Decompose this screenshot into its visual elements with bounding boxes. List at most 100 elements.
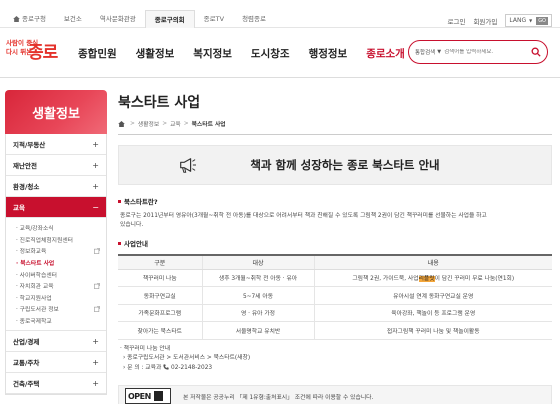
search-box: 통합검색 ▼ — [408, 40, 548, 64]
lnb-menu-label: 건축/주택 — [13, 380, 40, 389]
home-icon[interactable] — [118, 120, 125, 127]
global-nav: 종합민원 생활정보 복지정보 도시창조 행정정보 종로소개 — [78, 46, 424, 61]
content-text: 이 담긴 꾸러미 무료 나눔(연1회) — [434, 276, 515, 283]
external-link-icon — [94, 248, 100, 254]
lnb-sub-bookstart[interactable]: · 북스타트 사업 — [6, 257, 106, 269]
plus-icon: + — [92, 160, 99, 170]
gnb-item-life-info[interactable]: 생활정보 — [136, 46, 175, 61]
plus-icon: + — [92, 336, 99, 346]
language-label: LANG — [509, 17, 527, 24]
lnb-sub-it-education[interactable]: · 정보화교육 — [6, 245, 106, 257]
lnb-sub-library-info[interactable]: · 구립도서관 정보 — [6, 303, 106, 315]
plus-icon: + — [92, 181, 99, 191]
lnb-sub-label: · 진로직업체험지원센터 — [16, 237, 74, 244]
attribution-icon — [153, 391, 163, 401]
breadcrumb-item[interactable]: 교육 — [170, 119, 181, 128]
highlighted-text: 리플릿 — [418, 276, 435, 283]
banner-text: 책과 함께 성장하는 종로 북스타트 안내 — [250, 158, 440, 172]
table-header-cell: 구분 — [118, 255, 202, 270]
search-input[interactable] — [444, 49, 527, 55]
contact-line: › 문 의 : 교육과 02-2148-2023 — [120, 363, 552, 374]
external-link-icon — [94, 282, 100, 289]
description-line: 있습니다. — [120, 222, 144, 228]
table-cell-content: 그림책 2권, 가이드북, 사업리플릿이 담긴 꾸러미 무료 나눔(연1회) — [313, 269, 552, 287]
topnav-item-jongno-gu[interactable]: 종로구청 — [4, 10, 55, 28]
lnb-sub-label: · 사이버학습센터 — [16, 272, 58, 279]
table-cell-kind: 책꾸러미 나눔 — [118, 269, 202, 287]
lnb-menu-label: 지적/부동산 — [13, 141, 46, 149]
plus-icon: + — [92, 357, 99, 367]
top-utility-bar: 종로구청 보건소 역사문화관광 종로구의회 종로TV 청렴종로 로그인 회원가입… — [0, 0, 560, 28]
chevron-down-icon: ▼ — [437, 49, 442, 55]
language-go-button[interactable]: GO — [536, 16, 548, 25]
breadcrumb-item[interactable]: 생활정보 — [138, 119, 159, 128]
table-header-cell: 대상 — [201, 255, 314, 270]
gnb-item-about[interactable]: 종로소개 — [366, 46, 405, 61]
breadcrumb: > 생활정보 > 교육 > 북스타트 사업 — [118, 119, 552, 128]
lnb-sub-label: · 학교지원사업 — [16, 295, 52, 302]
site-logo[interactable]: 사람이 중심 다시 뛰는 종로 — [6, 36, 62, 68]
table-cell-kind: 찾아가는 북스타트 — [118, 321, 202, 340]
topnav-item-integrity[interactable]: 청렴종로 — [233, 10, 275, 28]
section-title-program: 사업안내 — [118, 238, 552, 248]
topnav-item-health-center[interactable]: 보건소 — [55, 10, 91, 28]
lnb-menu-traffic[interactable]: 교통/주차 + — [6, 352, 106, 374]
section-description: 종로구는 2011년부터 영유아(3개월~취학 전 아동)를 대상으로 어려서부… — [118, 212, 552, 230]
lnb-menu-disaster[interactable]: 재난안전 + — [6, 155, 106, 176]
chevron-down-icon: ▼ — [529, 18, 533, 23]
open-license-box: OPEN 본 저작물은 공공누리 「제 1유형:출처표시」 조건에 따라 이용할… — [118, 385, 552, 404]
home-icon — [13, 16, 20, 22]
lnb-sub-career-center[interactable]: · 진로직업체험지원센터 — [6, 234, 106, 246]
program-table: 구분 대상 내용 책꾸러미 나눔 생후 3개월~취학 전 아동 · 유아 그림책… — [118, 254, 552, 340]
lnb-sub-label: · 정보화교육 — [16, 249, 47, 256]
table-row: 찾아가는 북스타트 서울명학교 유치반 접자그림책 꾸러미 나눔 및 책놀이활동 — [118, 321, 552, 340]
plus-icon: + — [92, 378, 99, 388]
topnav-item-history-culture[interactable]: 역사문화관광 — [91, 10, 145, 28]
table-cell-target: 서울명학교 유치반 — [201, 321, 314, 340]
library-link[interactable]: › 종로구립도서관 > 도서관서비스 > 북스타트(새창) — [120, 354, 552, 364]
lnb-menu-label: 교육 — [13, 204, 25, 212]
table-cell-content: 육아강좌, 책놀이 등 프로그램 운영 — [313, 304, 552, 322]
table-cell-kind: 가족문화프로그램 — [118, 304, 202, 322]
lnb-menu-label: 교통/주차 — [13, 359, 40, 368]
gnb-item-admin[interactable]: 행정정보 — [309, 46, 348, 61]
lnb-menu-industry[interactable]: 산업/경제 + — [6, 331, 106, 353]
logo-name: 종로 — [28, 43, 58, 63]
contact-phone: 02-2148-2023 — [171, 364, 213, 371]
lnb-menu-education[interactable]: 교육 − — [6, 197, 106, 218]
lnb-menu-cadastral[interactable]: 지적/부동산 + — [6, 134, 106, 155]
table-cell-target: 5~7세 아동 — [201, 286, 314, 305]
lnb-sub-school-support[interactable]: · 학교지원사업 — [6, 292, 106, 304]
minus-icon: − — [92, 202, 99, 212]
lnb-sub-cyber-learning[interactable]: · 사이버학습센터 — [6, 268, 106, 280]
table-header-row: 구분 대상 내용 — [118, 255, 552, 270]
gnb-item-civil-service[interactable]: 종합민원 — [78, 46, 117, 61]
topnav-item-jongno-tv[interactable]: 종로TV — [195, 10, 233, 28]
lnb-sub-edu-news[interactable]: · 교육/강좌소식 — [6, 222, 106, 234]
breadcrumb-separator: > — [130, 120, 135, 127]
gnb-item-welfare[interactable]: 복지정보 — [193, 46, 232, 61]
lnb-sub-community-edu[interactable]: · 자치회관 교육 — [6, 280, 106, 292]
lnb-sub-label: · 자치회관 교육 — [16, 284, 54, 291]
megaphone-icon — [180, 158, 196, 173]
join-link[interactable]: 회원가입 — [473, 16, 497, 26]
license-text: 본 저작물은 공공누리 「제 1유형:출처표시」 조건에 따라 이용할 수 있습… — [183, 394, 374, 401]
kogl-open-label: OPEN — [128, 391, 151, 401]
lnb-submenu: · 교육/강좌소식 · 진로직업체험지원센터 · 정보화교육 · 북스타트 사업… — [6, 218, 106, 332]
lnb-menu-building[interactable]: 건축/주택 + — [6, 373, 106, 395]
topnav-item-council[interactable]: 종로구의회 — [144, 10, 195, 28]
table-cell-target: 영 · 유아 가정 — [201, 304, 314, 322]
login-link[interactable]: 로그인 — [448, 16, 466, 26]
plus-icon: + — [92, 139, 99, 149]
lnb-menu-environment[interactable]: 환경/청소 + — [6, 176, 106, 197]
search-icon[interactable] — [531, 47, 541, 57]
gnb-item-urban[interactable]: 도시창조 — [251, 46, 290, 61]
search-scope-select[interactable]: 통합검색 — [415, 48, 435, 56]
language-select[interactable]: LANG ▼ GO — [505, 14, 552, 27]
table-row: 가족문화프로그램 영 · 유아 가정 육아강좌, 책놀이 등 프로그램 운영 — [118, 304, 552, 322]
lnb-title: 생활정보 — [5, 90, 107, 134]
title-divider — [118, 134, 552, 135]
table-cell-content: 유아시설 연계 동화구연교실 운영 — [313, 286, 552, 305]
intro-banner: 책과 함께 성장하는 종로 북스타트 안내 — [118, 145, 552, 185]
lnb-sub-intl-school[interactable]: · 종로국제학교 — [6, 315, 106, 327]
